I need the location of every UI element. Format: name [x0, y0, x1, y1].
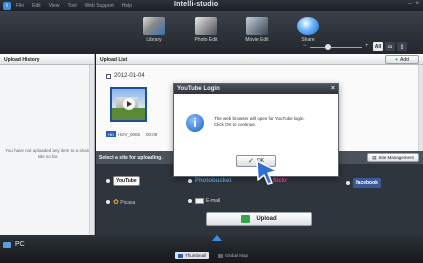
upload-icon — [241, 215, 251, 223]
radio-photobucket[interactable] — [188, 179, 192, 183]
pc-location[interactable]: PC — [3, 241, 25, 248]
facebook-logo: facebook — [353, 178, 381, 188]
menu-help[interactable]: Help — [122, 3, 132, 9]
menu-tool[interactable]: Tool — [67, 3, 76, 9]
upload-list-scrollbar[interactable] — [418, 65, 423, 151]
close-window-button[interactable]: × — [415, 1, 419, 7]
upload-list-header: Upload List + Add — [96, 54, 423, 65]
empty-history-message: You have not uploaded any item to a shar… — [5, 148, 91, 159]
radio-email[interactable] — [188, 199, 192, 203]
window-controls: – × — [408, 1, 419, 7]
file-duration: 00:09 — [146, 131, 158, 137]
title-bar: i File Edit View Tool Web Support Help I… — [0, 0, 423, 11]
site-management-label: Site Management — [378, 155, 414, 160]
info-icon: i — [186, 114, 204, 132]
library-label: Library — [146, 37, 162, 43]
photo-edit-label: Photo Edit — [194, 37, 218, 43]
movie-edit-button[interactable]: Movie Edit — [231, 13, 283, 51]
movie-edit-icon — [246, 17, 268, 35]
menu-view[interactable]: View — [49, 3, 60, 9]
share-icon — [297, 17, 319, 35]
app-title: Intelli-studio — [174, 1, 219, 8]
pointer-cursor-icon — [256, 160, 278, 185]
radio-picasa[interactable] — [106, 200, 110, 204]
radio-facebook[interactable] — [346, 181, 350, 185]
site-management-icon: ▤ — [372, 154, 377, 160]
movie-edit-label: Movie Edit — [245, 37, 269, 43]
site-facebook[interactable]: facebook — [346, 178, 381, 188]
video-thumbnail[interactable] — [110, 87, 147, 122]
date-checkbox[interactable] — [106, 73, 111, 79]
dialog-header: YouTube Login × — [174, 84, 338, 94]
thumbnail-icon — [178, 253, 183, 258]
view-all-button[interactable]: All — [373, 42, 383, 51]
menu-web-support[interactable]: Web Support — [85, 3, 114, 9]
minimize-button[interactable]: – — [408, 1, 411, 7]
dialog-title: YouTube Login — [177, 86, 220, 92]
add-label: Add — [400, 56, 409, 63]
youtube-logo: YouTube — [113, 176, 140, 186]
pc-icon — [3, 241, 11, 248]
site-email[interactable]: E-mail — [188, 198, 220, 204]
zoom-slider-handle[interactable] — [325, 44, 331, 50]
zoom-slider-track[interactable] — [310, 47, 362, 48]
site-select-label: Select a site for uploading. — [99, 155, 163, 161]
site-picasa[interactable]: ✿ Picasa — [106, 198, 135, 206]
zoom-in-icon[interactable]: + — [365, 43, 369, 49]
zoom-out-icon[interactable]: − — [303, 43, 307, 49]
photo-edit-icon — [195, 17, 217, 35]
email-icon — [195, 198, 204, 204]
photo-edit-button[interactable]: Photo Edit — [180, 13, 232, 51]
date-label: 2012-01-04 — [114, 73, 145, 79]
app-logo-icon: i — [3, 1, 11, 10]
checkmark-icon: ✓ — [247, 158, 254, 165]
date-group: 2012-01-04 — [106, 73, 145, 79]
radio-youtube[interactable] — [106, 179, 110, 183]
site-photobucket[interactable]: Photobucket — [188, 178, 231, 184]
file-info: HD HDV_0005 00:09 — [106, 131, 157, 137]
site-management-button[interactable]: ▤ Site Management — [367, 153, 419, 162]
file-name: HDV_0005 — [118, 131, 141, 137]
upload-button[interactable]: Upload — [206, 212, 312, 226]
bottom-tabs: Thumbnail Global Map — [175, 252, 251, 259]
pc-label: PC — [15, 241, 25, 248]
collapse-arrow-icon[interactable] — [212, 235, 222, 241]
menu-edit[interactable]: Edit — [32, 3, 41, 9]
tab-thumbnail[interactable]: Thumbnail — [175, 252, 210, 259]
photobucket-logo: Photobucket — [195, 178, 232, 184]
upload-history-header: Upload History — [0, 54, 94, 65]
dialog-message-line2: Click OK to continue. — [214, 122, 257, 127]
dialog-close-button[interactable]: × — [331, 85, 335, 92]
view-single-button[interactable]: ▭ — [385, 42, 395, 51]
email-option: E-mail — [195, 198, 220, 204]
global-map-icon — [218, 253, 224, 258]
status-bar: PC Thumbnail Global Map — [0, 235, 423, 263]
picasa-logo: ✿ Picasa — [113, 199, 136, 206]
history-scrollbar[interactable] — [89, 65, 94, 235]
main-toolbar: Library Photo Edit Movie Edit Share − + … — [0, 11, 423, 54]
upload-history-panel: Upload History You have not uploaded any… — [0, 54, 95, 235]
hd-badge: HD — [106, 131, 116, 137]
view-split-button[interactable]: ▯ — [397, 42, 407, 51]
add-button[interactable]: + Add — [385, 55, 419, 64]
menu-file[interactable]: File — [16, 3, 24, 9]
upload-list-title: Upload List — [100, 57, 128, 63]
share-label: Share — [301, 37, 315, 43]
library-icon — [143, 17, 165, 35]
tab-global-map[interactable]: Global Map — [215, 252, 251, 259]
upload-label: Upload — [256, 216, 277, 222]
menu-bar: File Edit View Tool Web Support Help — [16, 3, 140, 9]
add-icon: + — [395, 56, 398, 63]
site-youtube[interactable]: YouTube — [106, 176, 140, 186]
play-icon — [123, 98, 135, 110]
library-button[interactable]: Library — [128, 13, 180, 51]
dialog-message: The web browser will open for YouTube lo… — [214, 116, 332, 128]
